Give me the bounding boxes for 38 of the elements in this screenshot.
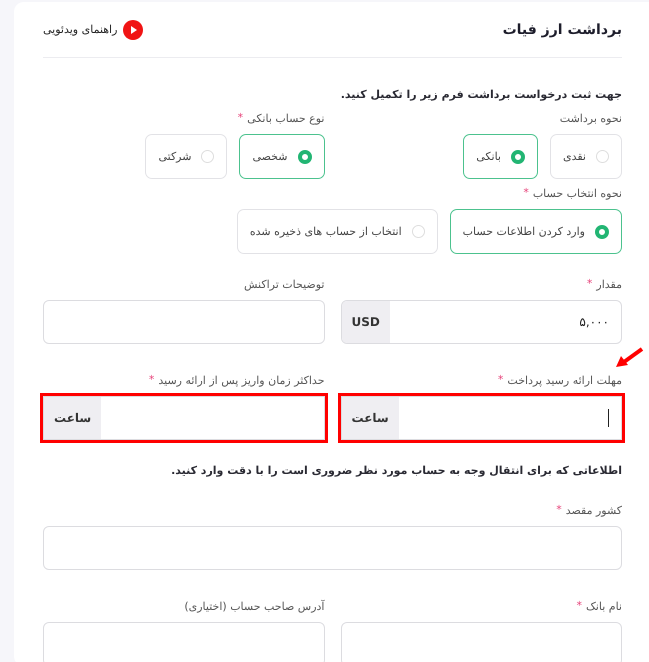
field-value: ۵,۰۰۰: [579, 315, 610, 329]
radio-option[interactable]: انتخاب از حساب های ذخیره شده: [236, 209, 438, 254]
intro-text: جهت ثبت درخواست برداشت فرم زیر را تکمیل کنید.: [340, 87, 622, 103]
input-field[interactable]: ساعت: [43, 396, 324, 440]
unit-addon: ساعت: [44, 397, 102, 439]
field-label: مهلت ارائه رسید پرداخت: [507, 373, 622, 389]
play-icon: [123, 20, 144, 40]
required-mark: *: [586, 276, 592, 292]
required-mark: *: [556, 502, 562, 518]
field-label: نحوه انتخاب حساب: [532, 186, 622, 202]
input-field[interactable]: [43, 526, 622, 570]
field-label: مقدار: [596, 277, 622, 293]
radio-option[interactable]: نقدی: [550, 134, 622, 179]
input-field[interactable]: [43, 622, 324, 662]
field-label: نوع حساب بانکی: [247, 111, 324, 127]
field-label: نحوه برداشت: [560, 111, 622, 127]
video-guide-link[interactable]: راهنمای ویدئویی: [43, 20, 144, 40]
info-text: اطلاعاتی که برای انتقال وجه به حساب مورد نظر ضروری است را با دقت وارد کنید.: [170, 463, 622, 479]
radio-option[interactable]: شرکتی: [145, 134, 228, 179]
unit-addon: USD: [342, 301, 390, 343]
field-label: حداکثر زمان واریز پس از ارائه رسید: [158, 373, 324, 389]
required-mark: *: [498, 372, 504, 388]
field-label: کشور مقصد: [566, 503, 622, 519]
required-mark: *: [523, 185, 529, 201]
required-mark: *: [238, 110, 244, 126]
unit-addon: ساعت: [342, 397, 399, 439]
required-mark: *: [148, 372, 154, 388]
input-field[interactable]: [43, 300, 324, 344]
required-mark: *: [576, 598, 582, 614]
input-field[interactable]: ساعت: [340, 396, 622, 440]
page-title: برداشت ارز فیات: [502, 22, 622, 38]
input-field[interactable]: [340, 622, 622, 662]
field-label: نام بانک: [586, 599, 622, 615]
radio-option[interactable]: شخصی: [239, 134, 324, 179]
field-label: آدرس صاحب حساب (اختیاری): [184, 598, 324, 615]
radio-option[interactable]: وارد کردن اطلاعات حساب: [450, 209, 622, 254]
radio-option[interactable]: بانکی: [463, 134, 538, 179]
field-label: توضیحات تراکنش: [244, 277, 324, 293]
